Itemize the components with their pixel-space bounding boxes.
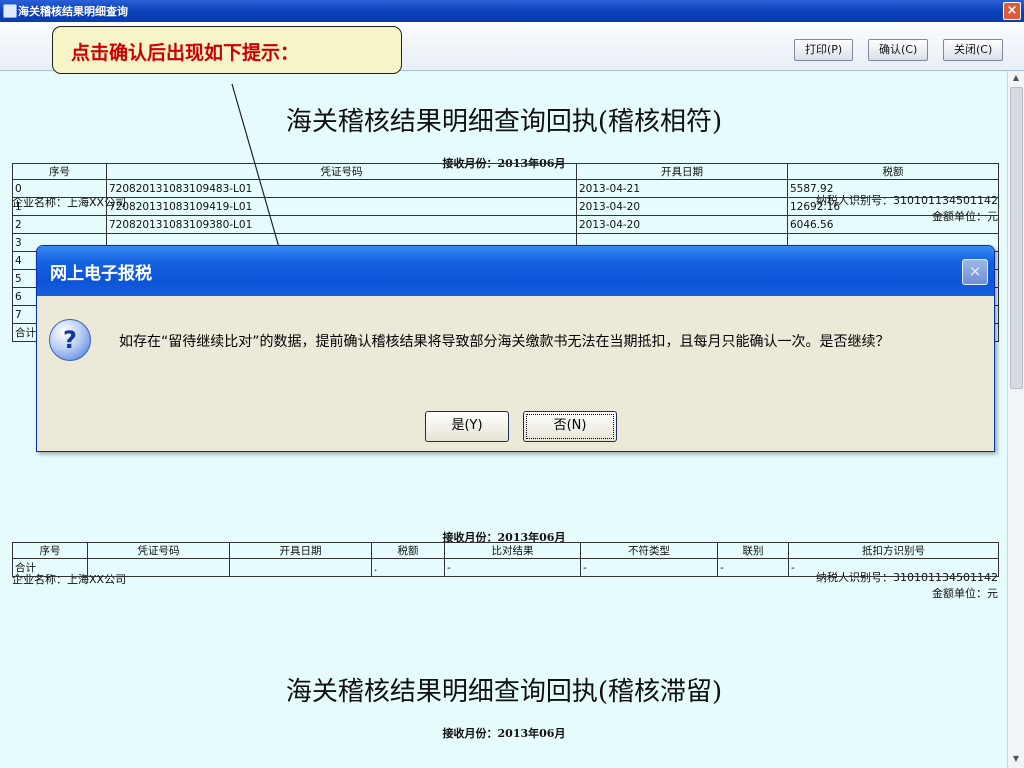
dialog-title: 网上电子报税: [50, 264, 152, 284]
dialog-body: ? 如存在“留待继续比对”的数据，提前确认稽核结果将导致部分海关缴款书无法在当期…: [37, 296, 994, 451]
confirm-dialog: 网上电子报税 × ? 如存在“留待继续比对”的数据，提前确认稽核结果将导致部分海…: [36, 245, 995, 452]
no-button[interactable]: 否(N): [523, 411, 617, 442]
dialog-message: 如存在“留待继续比对”的数据，提前确认稽核结果将导致部分海关缴款书无法在当期抵扣…: [119, 334, 890, 350]
dialog-titlebar: 网上电子报税 ×: [37, 246, 994, 296]
dialog-close-button[interactable]: ×: [962, 259, 988, 285]
yes-button[interactable]: 是(Y): [425, 411, 509, 442]
question-icon: ?: [49, 319, 91, 361]
